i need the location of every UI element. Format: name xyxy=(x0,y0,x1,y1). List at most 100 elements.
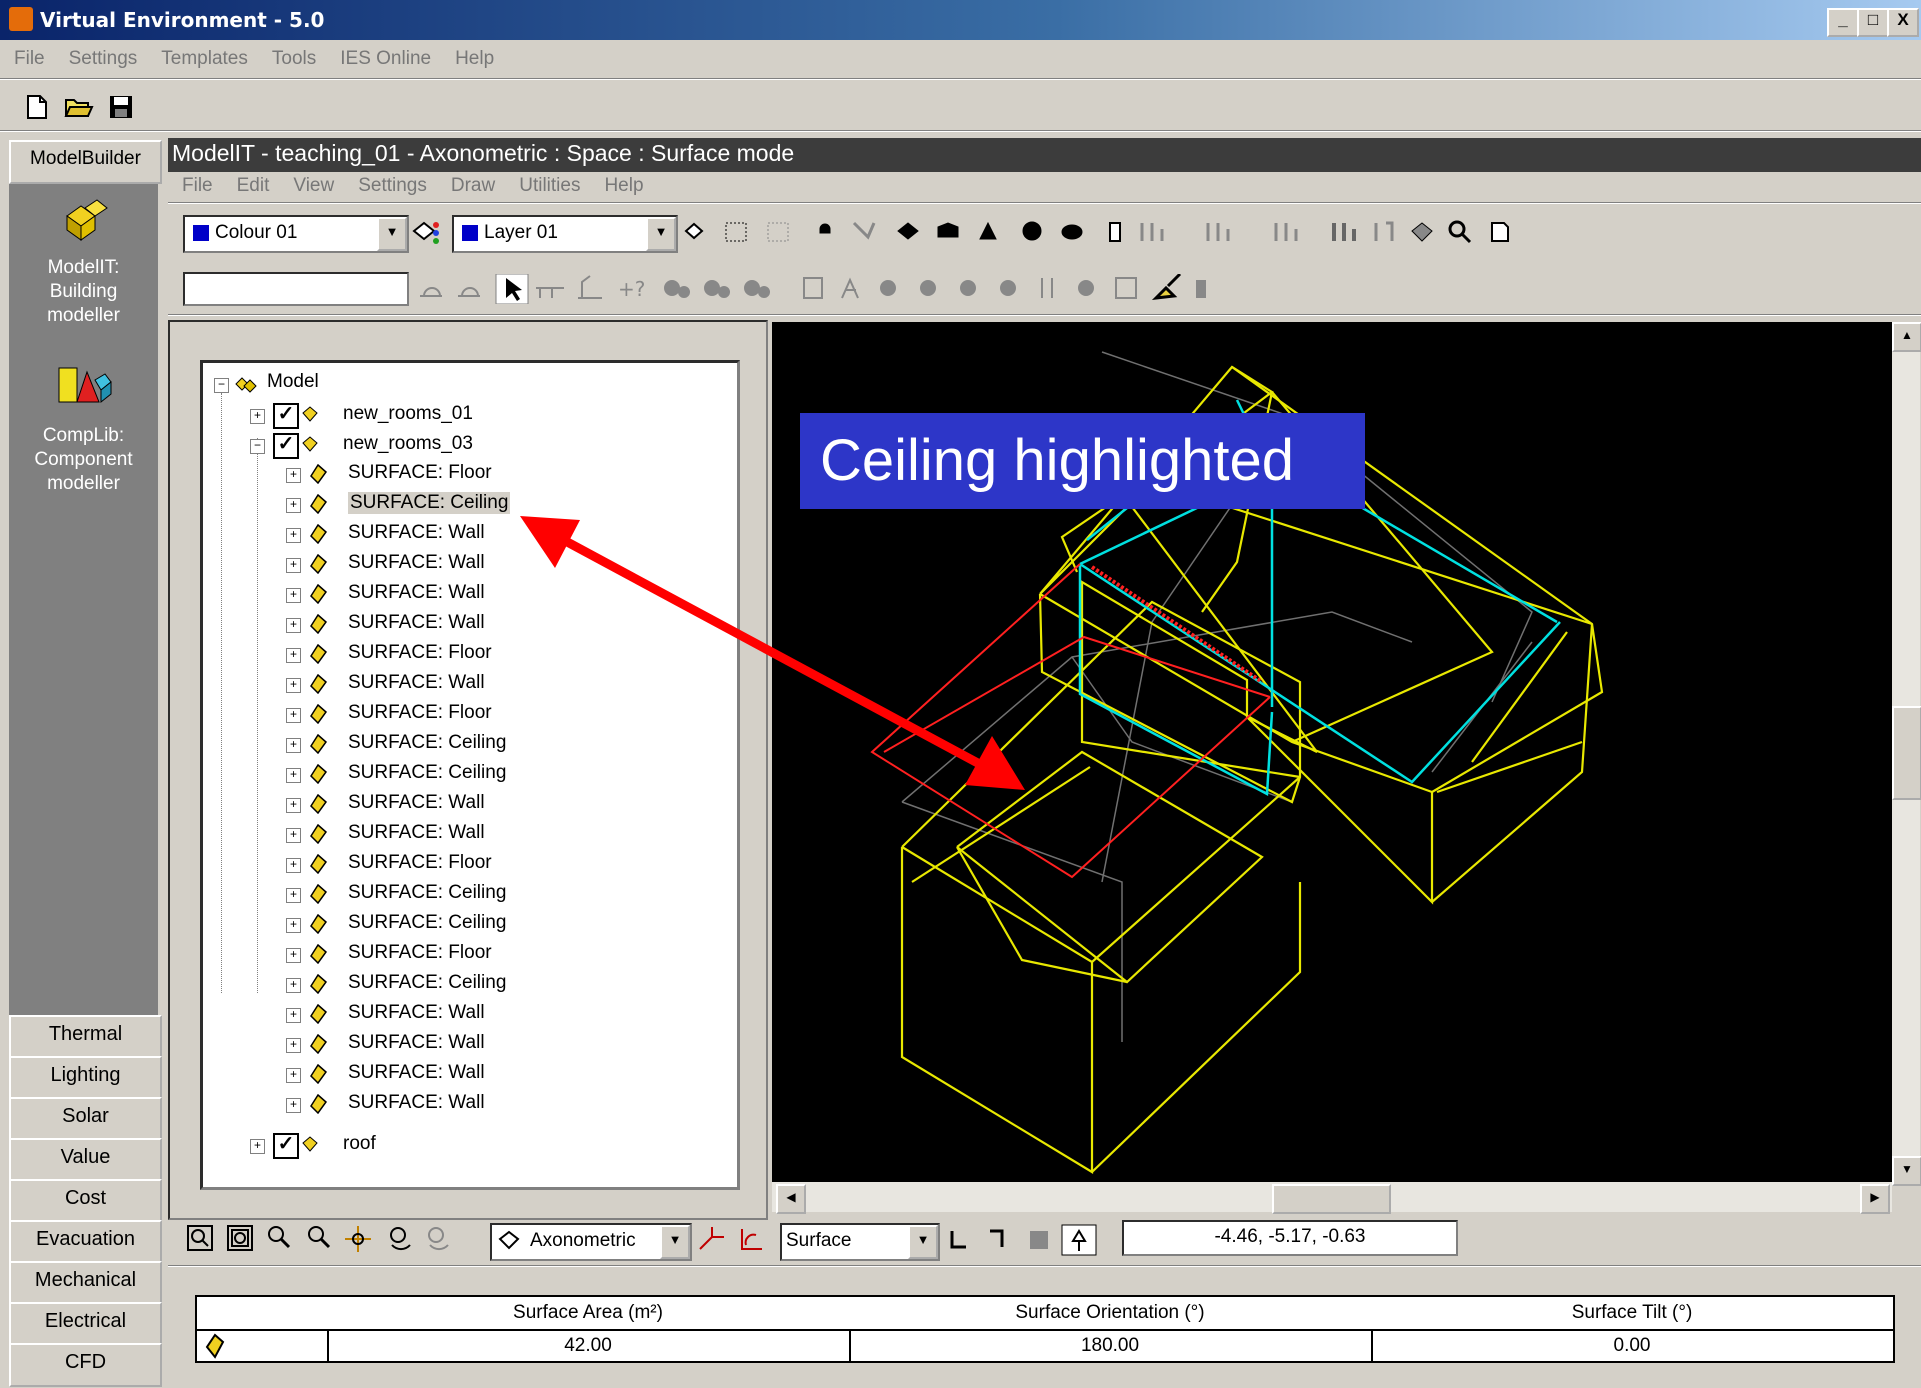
expand-icon[interactable]: + xyxy=(286,498,301,513)
expand-icon[interactable]: + xyxy=(286,978,301,993)
tree-surface-item-selected[interactable]: SURFACE: Ceiling xyxy=(348,492,511,514)
modelit-menu-file[interactable]: File xyxy=(182,175,213,197)
expand-icon[interactable]: + xyxy=(286,918,301,933)
expand-icon[interactable]: + xyxy=(286,678,301,693)
tree-surface-item[interactable]: SURFACE: Ceiling xyxy=(348,732,506,754)
tree-group-label[interactable]: new_rooms_03 xyxy=(343,433,473,455)
tree-surface-item[interactable]: SURFACE: Ceiling xyxy=(348,762,506,784)
tree-surface-item[interactable]: SURFACE: Wall xyxy=(348,612,485,634)
group-visible-checkbox[interactable]: ✓ xyxy=(273,1133,299,1159)
expand-icon[interactable]: + xyxy=(286,588,301,603)
modelit-building-icon[interactable] xyxy=(61,198,109,242)
collapse-icon[interactable]: − xyxy=(250,439,265,454)
tree-surface-item[interactable]: SURFACE: Floor xyxy=(348,702,492,724)
group-visible-checkbox[interactable]: ✓ xyxy=(273,403,299,429)
open-folder-icon[interactable] xyxy=(64,94,94,120)
modelit-menu-draw[interactable]: Draw xyxy=(451,175,495,197)
expand-icon[interactable]: + xyxy=(286,888,301,903)
nav-mechanical-button[interactable]: Mechanical xyxy=(9,1261,162,1305)
expand-icon[interactable]: + xyxy=(286,798,301,813)
menu-tools[interactable]: Tools xyxy=(272,48,316,70)
selection-mode-select[interactable]: Surface ▼ xyxy=(780,1223,940,1261)
menu-templates[interactable]: Templates xyxy=(161,48,248,70)
view-type-select[interactable]: Axonometric ▼ xyxy=(490,1223,692,1261)
chevron-down-icon[interactable]: ▼ xyxy=(377,217,407,251)
chevron-down-icon[interactable]: ▼ xyxy=(908,1225,938,1259)
expand-icon[interactable]: + xyxy=(250,1139,265,1154)
expand-icon[interactable]: + xyxy=(286,1098,301,1113)
tree-surface-item[interactable]: SURFACE: Floor xyxy=(348,942,492,964)
nav-evacuation-button[interactable]: Evacuation xyxy=(9,1220,162,1264)
tree-group-label[interactable]: roof xyxy=(343,1133,376,1155)
scroll-up-icon[interactable]: ▲ xyxy=(1892,322,1921,352)
modelit-label[interactable]: ModelIT: Building modeller xyxy=(9,256,158,328)
scroll-left-icon[interactable]: ◀ xyxy=(776,1184,806,1214)
tree-surface-item[interactable]: SURFACE: Wall xyxy=(348,1032,485,1054)
nav-lighting-button[interactable]: Lighting xyxy=(9,1056,162,1100)
tree-surface-item[interactable]: SURFACE: Wall xyxy=(348,792,485,814)
nav-thermal-button[interactable]: Thermal xyxy=(9,1015,162,1059)
nav-value-button[interactable]: Value xyxy=(9,1138,162,1182)
tree-surface-item[interactable]: SURFACE: Wall xyxy=(348,672,485,694)
tree-group-label[interactable]: new_rooms_01 xyxy=(343,403,473,425)
tree-root-label[interactable]: Model xyxy=(267,371,319,393)
tree-surface-item[interactable]: SURFACE: Ceiling xyxy=(348,972,506,994)
expand-icon[interactable]: + xyxy=(286,558,301,573)
viewport-vertical-scrollbar[interactable]: ▲ ▼ xyxy=(1892,322,1921,1186)
tree-surface-item[interactable]: SURFACE: Wall xyxy=(348,582,485,604)
nav-solar-button[interactable]: Solar xyxy=(9,1097,162,1141)
chevron-down-icon[interactable]: ▼ xyxy=(646,217,676,251)
minimize-button[interactable]: _ xyxy=(1827,8,1859,37)
chevron-down-icon[interactable]: ▼ xyxy=(660,1225,690,1259)
menu-ies-online[interactable]: IES Online xyxy=(340,48,431,70)
tree-surface-item[interactable]: SURFACE: Wall xyxy=(348,522,485,544)
modelit-menu-view[interactable]: View xyxy=(293,175,334,197)
expand-icon[interactable]: + xyxy=(286,528,301,543)
group-visible-checkbox[interactable]: ✓ xyxy=(273,433,299,459)
surface-name-input[interactable] xyxy=(183,272,409,306)
tree-surface-item[interactable]: SURFACE: Wall xyxy=(348,1002,485,1024)
collapse-icon[interactable]: − xyxy=(214,378,229,393)
tree-surface-item[interactable]: SURFACE: Wall xyxy=(348,1092,485,1114)
tree-surface-item[interactable]: SURFACE: Wall xyxy=(348,1062,485,1084)
modelit-menu-help[interactable]: Help xyxy=(604,175,643,197)
menu-settings[interactable]: Settings xyxy=(69,48,138,70)
nav-cost-button[interactable]: Cost xyxy=(9,1179,162,1223)
expand-icon[interactable]: + xyxy=(286,468,301,483)
expand-icon[interactable]: + xyxy=(286,858,301,873)
modelit-menu-settings[interactable]: Settings xyxy=(358,175,427,197)
expand-icon[interactable]: + xyxy=(286,618,301,633)
tree-surface-item[interactable]: SURFACE: Wall xyxy=(348,552,485,574)
scroll-right-icon[interactable]: ▶ xyxy=(1860,1184,1890,1214)
layer-select[interactable]: Layer 01 ▼ xyxy=(452,215,678,253)
expand-icon[interactable]: + xyxy=(286,1068,301,1083)
expand-icon[interactable]: + xyxy=(286,828,301,843)
expand-icon[interactable]: + xyxy=(286,948,301,963)
nav-electrical-button[interactable]: Electrical xyxy=(9,1302,162,1346)
vertical-scroll-thumb[interactable] xyxy=(1892,706,1921,800)
tree-surface-item[interactable]: SURFACE: Floor xyxy=(348,852,492,874)
nav-cfd-button[interactable]: CFD xyxy=(9,1343,162,1387)
expand-icon[interactable]: + xyxy=(286,768,301,783)
colour-select[interactable]: Colour 01 ▼ xyxy=(183,215,409,253)
complib-label[interactable]: CompLib: Component modeller xyxy=(9,424,158,496)
viewport-horizontal-scrollbar[interactable]: ◀ ▶ xyxy=(772,1182,1892,1214)
scroll-down-icon[interactable]: ▼ xyxy=(1892,1156,1921,1186)
modelbuilder-tab[interactable]: ModelBuilder xyxy=(9,140,162,184)
expand-icon[interactable]: + xyxy=(286,1038,301,1053)
expand-icon[interactable]: + xyxy=(286,708,301,723)
menu-help[interactable]: Help xyxy=(455,48,494,70)
expand-icon[interactable]: + xyxy=(250,409,265,424)
tree-surface-item[interactable]: SURFACE: Ceiling xyxy=(348,882,506,904)
complib-component-icon[interactable] xyxy=(57,362,113,408)
tree-surface-item[interactable]: SURFACE: Wall xyxy=(348,822,485,844)
expand-icon[interactable]: + xyxy=(286,738,301,753)
tree-surface-item[interactable]: SURFACE: Ceiling xyxy=(348,912,506,934)
expand-icon[interactable]: + xyxy=(286,1008,301,1023)
tree-surface-item[interactable]: SURFACE: Floor xyxy=(348,462,492,484)
close-button[interactable]: X xyxy=(1887,8,1919,37)
maximize-button[interactable]: □ xyxy=(1857,8,1889,37)
expand-icon[interactable]: + xyxy=(286,648,301,663)
tree-surface-item[interactable]: SURFACE: Floor xyxy=(348,642,492,664)
modelit-menu-utilities[interactable]: Utilities xyxy=(519,175,580,197)
